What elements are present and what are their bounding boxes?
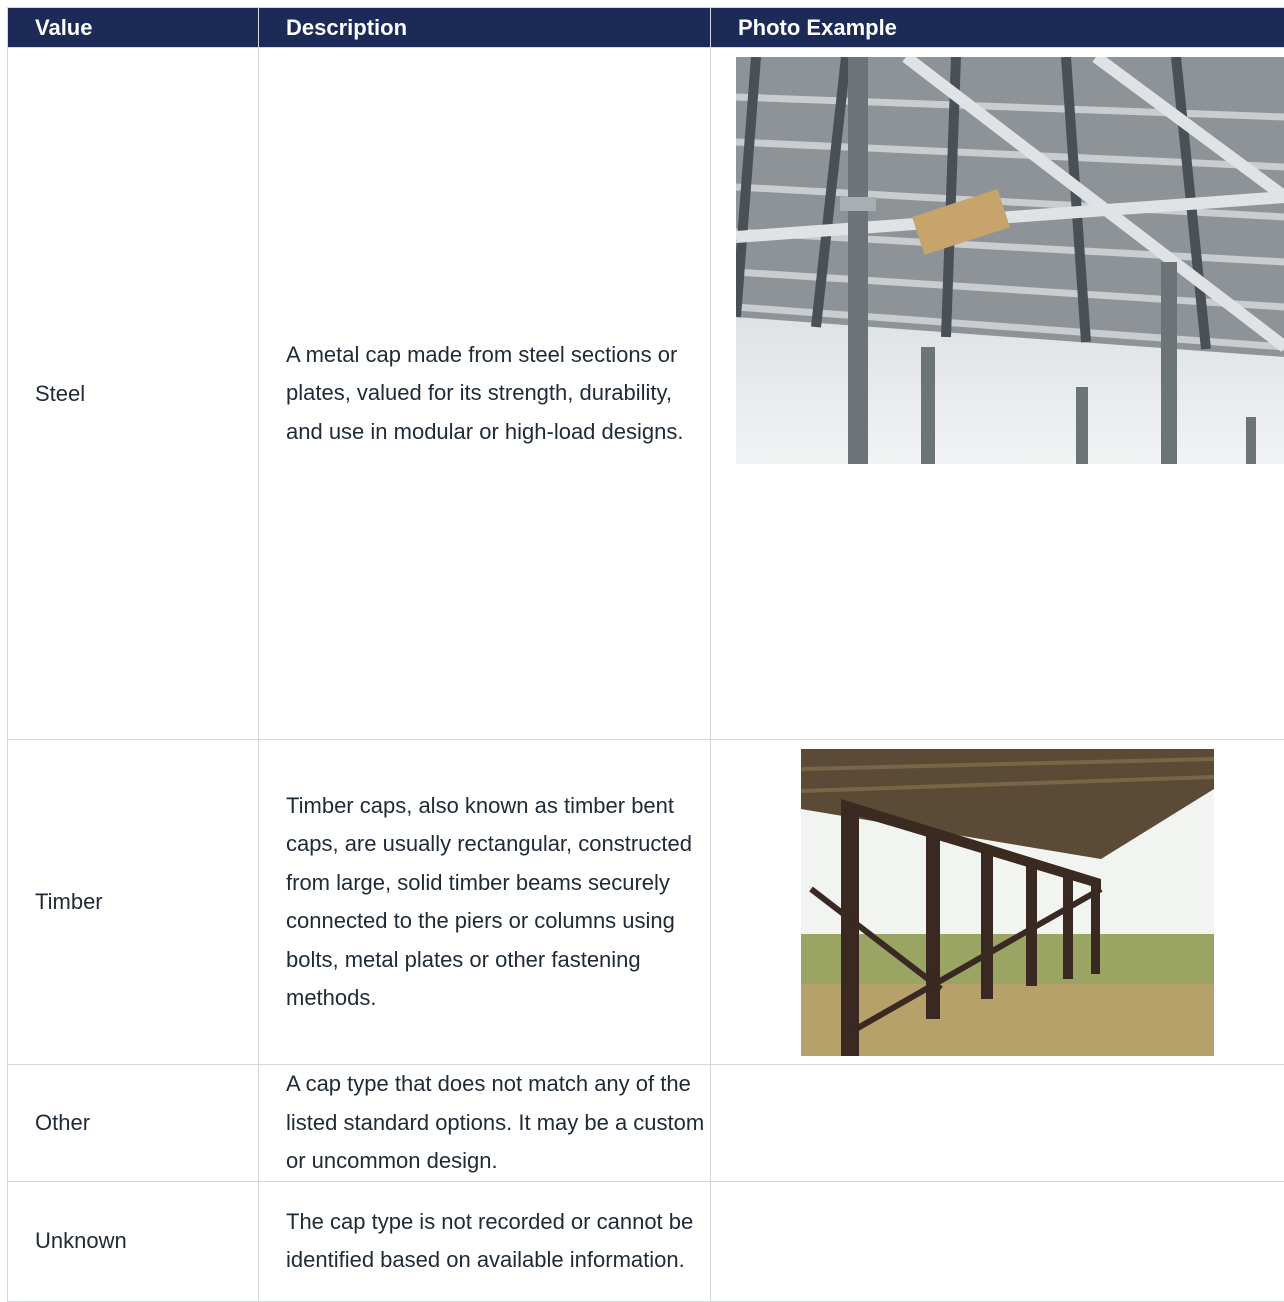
header-description: Description: [259, 8, 711, 48]
row-photo-cell: [711, 1065, 1284, 1182]
header-photo-example: Photo Example: [711, 8, 1284, 48]
row-description: Timber caps, also known as timber bent c…: [259, 740, 711, 1065]
row-description: The cap type is not recorded or cannot b…: [259, 1181, 711, 1301]
table-row: Steel A metal cap made from steel sectio…: [8, 48, 1284, 740]
timber-bent-bridge-photo: [801, 749, 1214, 1056]
row-value: Other: [8, 1065, 259, 1182]
header-value: Value: [8, 8, 259, 48]
cap-type-table: Value Description Photo Example Steel A …: [7, 7, 1284, 1302]
row-value: Unknown: [8, 1181, 259, 1301]
row-photo-cell: [711, 48, 1284, 740]
steel-formwork-photo: [736, 57, 1284, 464]
row-photo-cell: [711, 1181, 1284, 1301]
row-value: Timber: [8, 740, 259, 1065]
table-header-row: Value Description Photo Example: [8, 8, 1284, 48]
row-value: Steel: [8, 48, 259, 740]
table-row: Unknown The cap type is not recorded or …: [8, 1181, 1284, 1301]
row-photo-cell: [711, 740, 1284, 1065]
row-description: A metal cap made from steel sections or …: [259, 48, 711, 740]
row-description: A cap type that does not match any of th…: [259, 1065, 711, 1182]
table-row: Other A cap type that does not match any…: [8, 1065, 1284, 1182]
table-row: Timber Timber caps, also known as timber…: [8, 740, 1284, 1065]
